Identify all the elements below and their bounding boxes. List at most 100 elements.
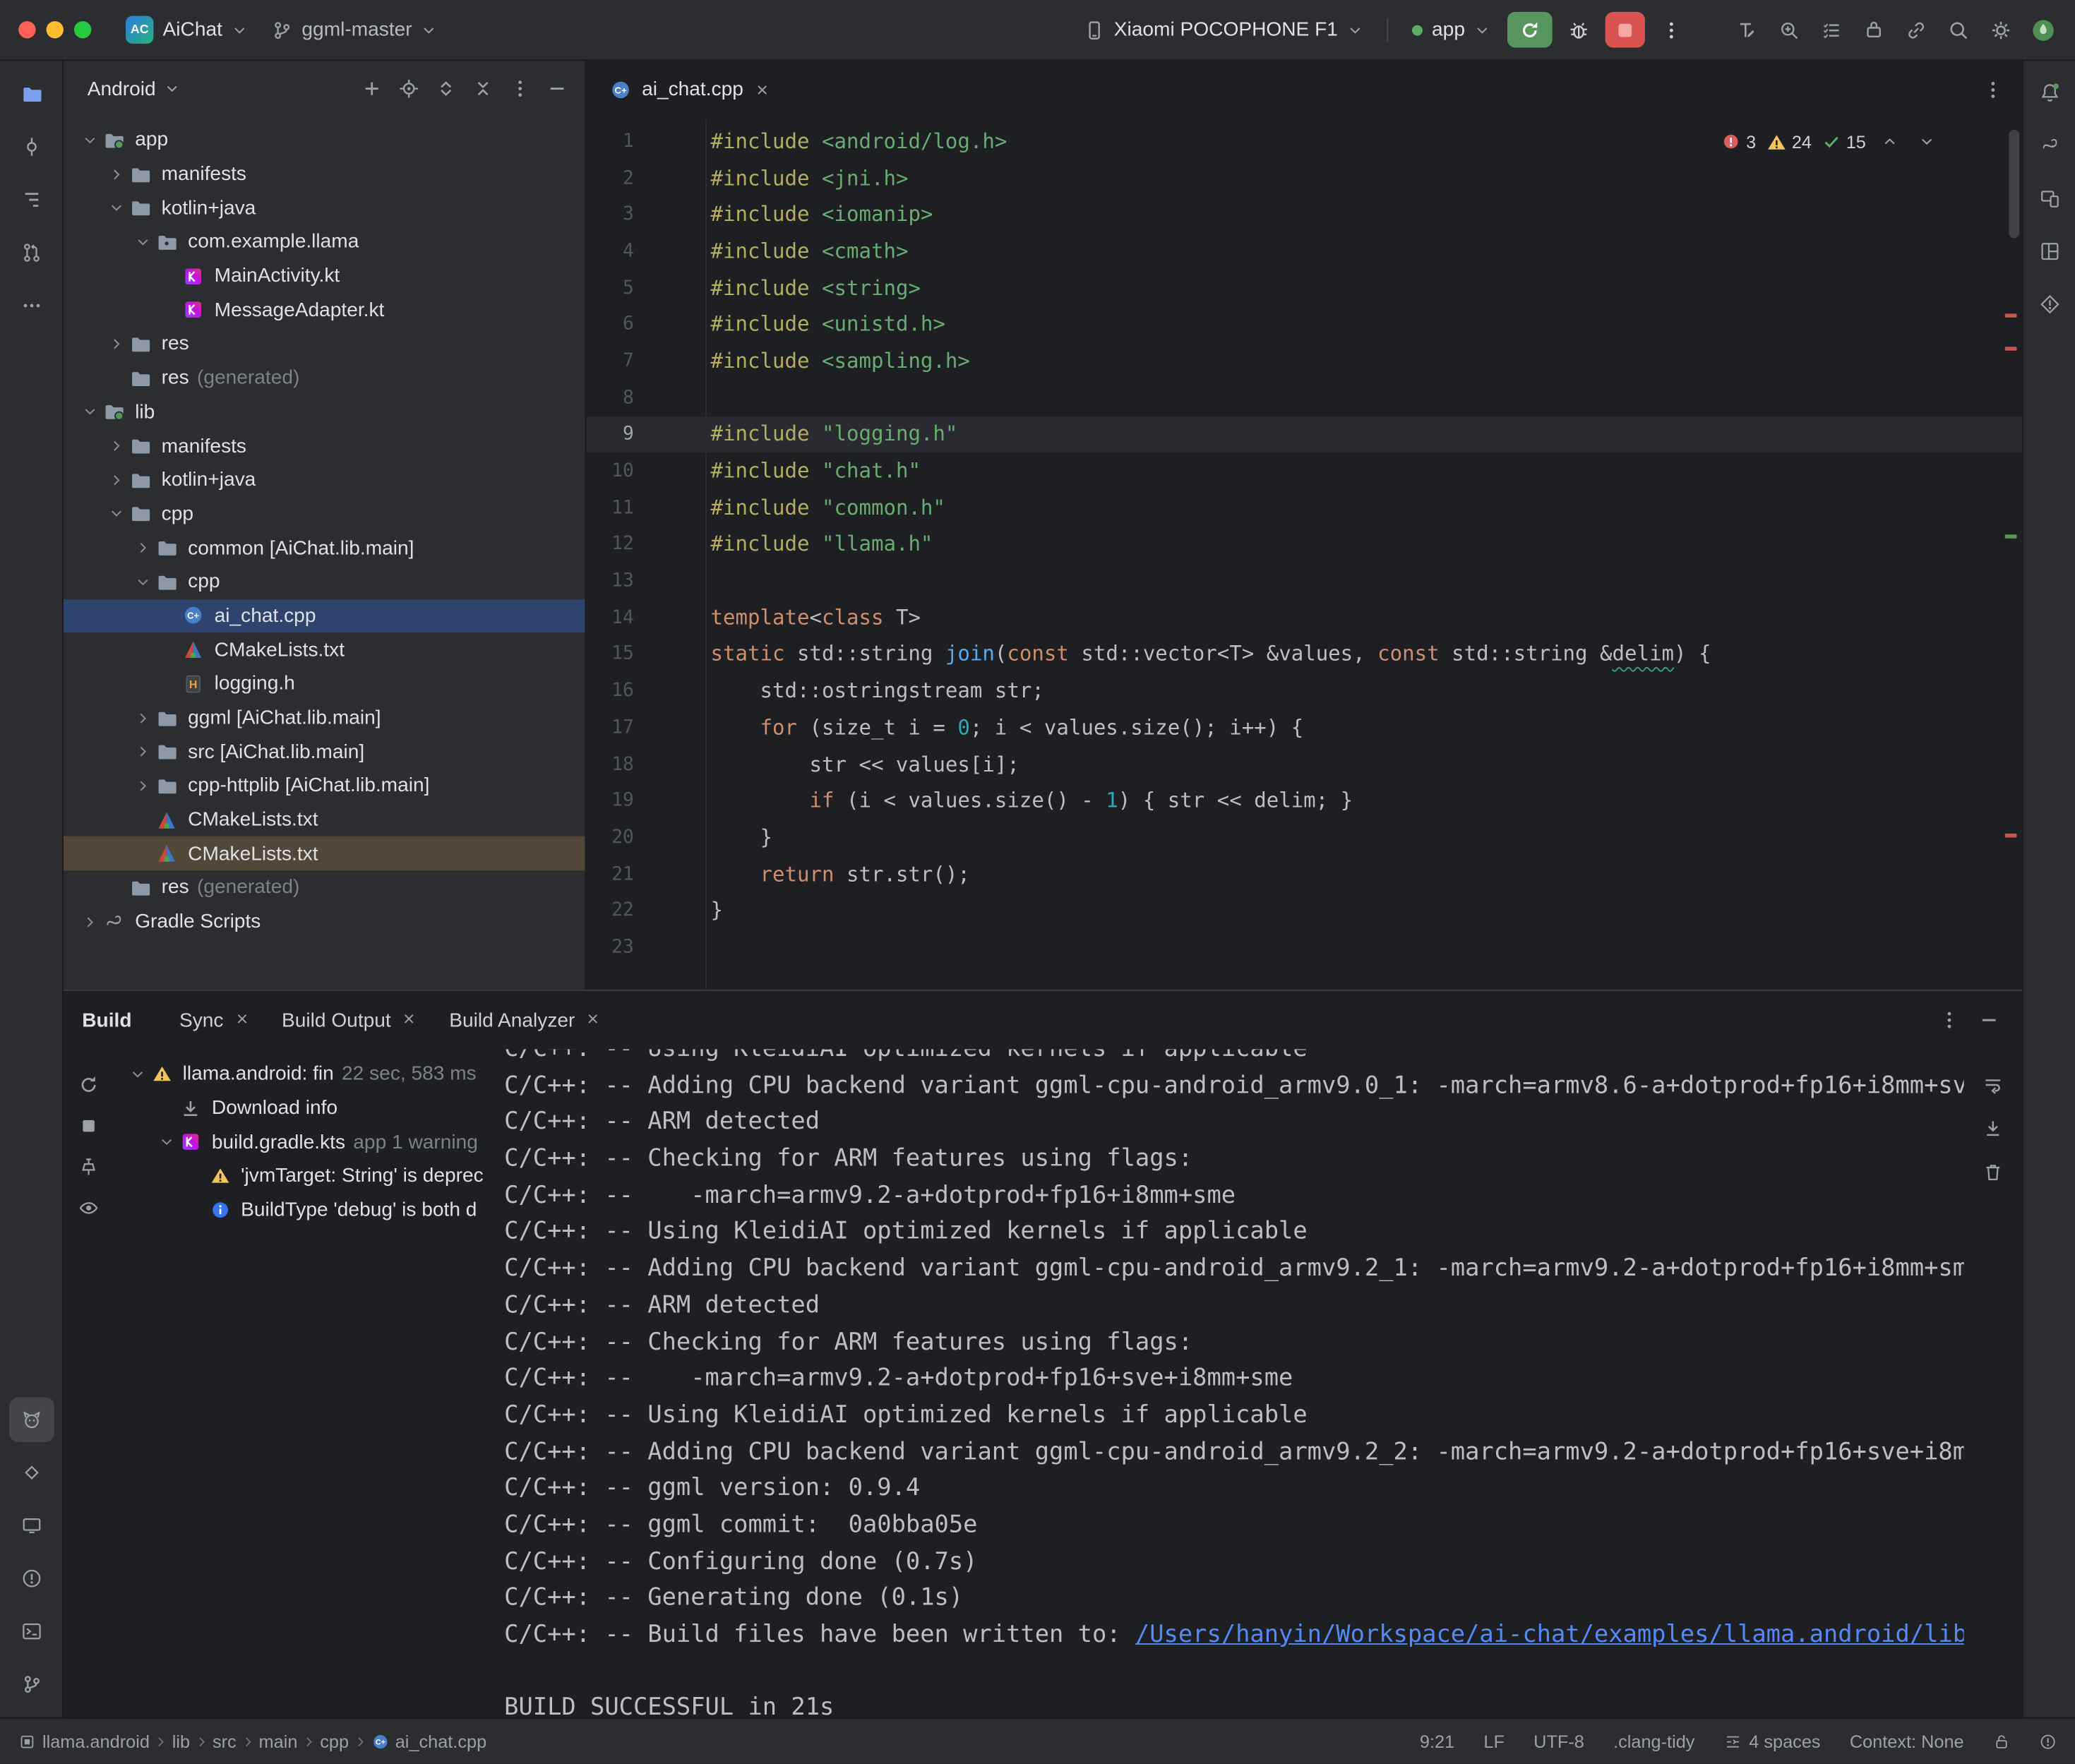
code-line[interactable]: 11#include "common.h" bbox=[586, 489, 2022, 526]
tree-row[interactable]: BuildType 'debug' is both d bbox=[114, 1193, 489, 1227]
stop-button[interactable] bbox=[1605, 12, 1645, 48]
line-number[interactable]: 10 bbox=[586, 460, 633, 481]
hide-button[interactable] bbox=[540, 71, 575, 106]
code-line[interactable]: 18 str << values[i]; bbox=[586, 746, 2022, 783]
line-number[interactable]: 18 bbox=[586, 754, 633, 775]
task-list-button[interactable] bbox=[1813, 11, 1850, 48]
tree-row[interactable]: cpp bbox=[64, 497, 585, 531]
build-tab-build-analyzer[interactable]: Build Analyzer bbox=[433, 991, 618, 1049]
close-tab-icon[interactable] bbox=[754, 81, 770, 97]
minimize-window-button[interactable] bbox=[47, 21, 64, 38]
stop-button[interactable] bbox=[71, 1109, 106, 1144]
next-problem-icon[interactable] bbox=[1913, 128, 1939, 155]
tree-row[interactable]: llama.android: fin22 sec, 583 ms bbox=[114, 1057, 489, 1091]
clear-button[interactable] bbox=[1975, 1155, 2010, 1189]
editor-tab-ai-chat-cpp[interactable]: C+ ai_chat.cpp bbox=[594, 61, 786, 118]
running-devices-tool-button[interactable] bbox=[8, 1503, 54, 1548]
build-options-icon[interactable] bbox=[1932, 1003, 1967, 1038]
code-line[interactable]: 17 for (size_t i = 0; i < values.size();… bbox=[586, 709, 2022, 746]
code-line[interactable]: 8 bbox=[586, 380, 2022, 416]
gradle-tool-button[interactable] bbox=[2028, 124, 2071, 167]
locate-button[interactable] bbox=[392, 71, 426, 106]
tree-row[interactable]: C+ai_chat.cpp bbox=[64, 599, 585, 632]
breadcrumb-item[interactable]: C+ai_chat.cpp bbox=[371, 1732, 486, 1751]
code-line[interactable]: 20 } bbox=[586, 819, 2022, 856]
chevron-right-icon[interactable] bbox=[130, 540, 155, 556]
device-selector[interactable]: Xiaomi POCOPHONE F1 bbox=[1073, 13, 1374, 47]
tree-row[interactable]: src [AiChat.lib.main] bbox=[64, 735, 585, 769]
code-line[interactable]: 14template<class T> bbox=[586, 599, 2022, 636]
tree-row[interactable]: CMakeLists.txt bbox=[64, 633, 585, 667]
code-line[interactable]: 19 if (i < values.size() - 1) { str << d… bbox=[586, 782, 2022, 819]
line-number[interactable]: 23 bbox=[586, 937, 633, 958]
tree-row[interactable]: kotlin+java bbox=[64, 191, 585, 225]
lock-icon[interactable] bbox=[1993, 1733, 2010, 1750]
code-line[interactable]: 4#include <cmath> bbox=[586, 233, 2022, 270]
line-number[interactable]: 5 bbox=[586, 277, 633, 299]
previous-problem-icon[interactable] bbox=[1877, 128, 1903, 155]
collapse-all-button[interactable] bbox=[466, 71, 501, 106]
dependencies-tool-button[interactable] bbox=[8, 1450, 54, 1495]
close-tab-icon[interactable] bbox=[402, 1009, 417, 1031]
problems-tool-button[interactable] bbox=[8, 1556, 54, 1601]
code-line[interactable]: 12#include "llama.h" bbox=[586, 526, 2022, 563]
tab-options-icon[interactable] bbox=[1975, 71, 2011, 107]
expand-all-button[interactable] bbox=[429, 71, 463, 106]
chevron-down-icon[interactable] bbox=[77, 404, 102, 419]
soft-wrap-button[interactable] bbox=[1975, 1068, 2010, 1103]
tree-row[interactable]: cpp-httplib [AiChat.lib.main] bbox=[64, 769, 585, 803]
close-tab-icon[interactable] bbox=[234, 1009, 250, 1031]
line-number[interactable]: 4 bbox=[586, 241, 633, 262]
context-widget[interactable]: Context: None bbox=[1850, 1732, 1964, 1751]
chevron-down-icon[interactable] bbox=[130, 234, 155, 250]
warning-inspection[interactable]: 24 bbox=[1766, 132, 1812, 152]
close-window-button[interactable] bbox=[18, 21, 35, 38]
device-manager-tool-button[interactable] bbox=[2028, 177, 2071, 220]
line-number[interactable]: 20 bbox=[586, 827, 633, 848]
chevron-right-icon[interactable] bbox=[103, 472, 128, 488]
tree-row[interactable]: MessageAdapter.kt bbox=[64, 293, 585, 327]
line-number[interactable]: 6 bbox=[586, 314, 633, 335]
chevron-right-icon[interactable] bbox=[130, 778, 155, 793]
build-console[interactable]: C/C++: -- Using KleidiAI optimized kerne… bbox=[504, 1049, 1963, 1717]
code-line[interactable]: 3#include <iomanip> bbox=[586, 196, 2022, 233]
logcat-tool-button[interactable] bbox=[8, 1397, 54, 1442]
chevron-right-icon[interactable] bbox=[130, 744, 155, 760]
inspections-widget[interactable]: 3 24 15 bbox=[1717, 126, 1945, 157]
line-number[interactable]: 1 bbox=[586, 131, 633, 152]
pull-requests-tool-button[interactable] bbox=[8, 230, 54, 275]
fullscreen-window-button[interactable] bbox=[74, 21, 91, 38]
pin-button[interactable] bbox=[71, 1150, 106, 1184]
kebab-button[interactable] bbox=[503, 71, 537, 106]
chevron-down-icon[interactable] bbox=[103, 200, 128, 215]
eye-button[interactable] bbox=[71, 1191, 106, 1225]
code-line[interactable]: 13 bbox=[586, 563, 2022, 599]
console-file-link[interactable]: /Users/hanyin/Workspace/ai-chat/examples… bbox=[1135, 1621, 1964, 1648]
project-selector[interactable]: AC AiChat bbox=[115, 11, 258, 49]
encoding-widget[interactable]: UTF-8 bbox=[1533, 1732, 1584, 1751]
tree-row[interactable]: res(generated) bbox=[64, 871, 585, 905]
tree-row[interactable]: CMakeLists.txt bbox=[64, 803, 585, 836]
tree-row[interactable]: com.example.llama bbox=[64, 225, 585, 259]
tree-row[interactable]: manifests bbox=[64, 429, 585, 463]
code-line[interactable]: 22} bbox=[586, 892, 2022, 929]
error-inspection[interactable]: 3 bbox=[1722, 132, 1756, 152]
chevron-right-icon[interactable] bbox=[103, 336, 128, 352]
run-button[interactable] bbox=[1507, 12, 1553, 48]
tree-row[interactable]: manifests bbox=[64, 157, 585, 191]
chevron-down-icon[interactable] bbox=[124, 1066, 150, 1081]
code-line[interactable]: 10#include "chat.h" bbox=[586, 452, 2022, 489]
line-number[interactable]: 2 bbox=[586, 167, 633, 188]
caret-position-widget[interactable]: 9:21 bbox=[1420, 1732, 1454, 1751]
code-editor[interactable]: 1#include <android/log.h>2#include <jni.… bbox=[586, 119, 2022, 990]
tree-row[interactable]: build.gradle.ktsapp 1 warning bbox=[114, 1125, 489, 1159]
breadcrumb-item[interactable]: llama.android bbox=[18, 1732, 150, 1751]
version-control-tool-button[interactable] bbox=[8, 1662, 54, 1707]
chevron-right-icon[interactable] bbox=[77, 914, 102, 930]
highlighting-status-icon[interactable] bbox=[2039, 1733, 2056, 1750]
line-number[interactable]: 21 bbox=[586, 863, 633, 884]
link-button[interactable] bbox=[1898, 11, 1935, 48]
run-configuration-selector[interactable]: app bbox=[1401, 13, 1501, 47]
avatar-button[interactable] bbox=[2025, 11, 2062, 48]
line-number[interactable]: 11 bbox=[586, 497, 633, 518]
